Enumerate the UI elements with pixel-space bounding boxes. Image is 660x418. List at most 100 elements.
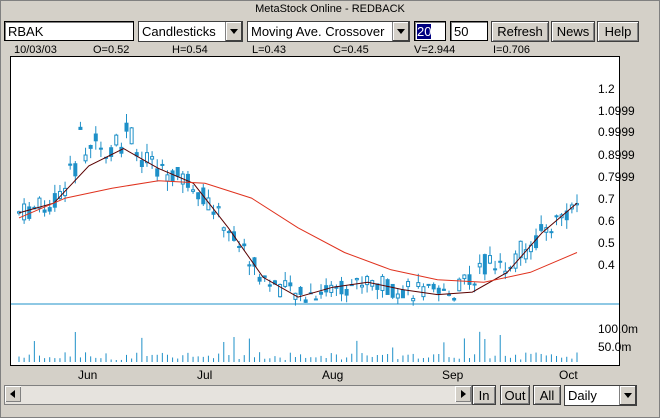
candle-body: [354, 277, 359, 281]
candle-body: [344, 288, 349, 296]
candle-body: [237, 245, 242, 248]
param2-input[interactable]: 50: [450, 21, 488, 41]
candle-body: [447, 293, 452, 296]
candle-body: [68, 163, 73, 166]
candle-body: [216, 206, 221, 209]
candle-body: [411, 297, 416, 302]
scroll-right-button[interactable]: [455, 386, 471, 402]
y-tick: 1.2: [598, 82, 615, 96]
candle-body: [431, 283, 436, 290]
news-button[interactable]: News: [551, 21, 595, 42]
chart-type-select[interactable]: Candlesticks: [138, 21, 243, 42]
candle-body: [539, 224, 544, 231]
refresh-button[interactable]: Refresh: [491, 21, 549, 42]
scroll-left-button[interactable]: [5, 386, 21, 402]
candle-body: [319, 291, 324, 295]
period-select[interactable]: Daily: [564, 385, 637, 406]
candle-body: [298, 286, 303, 295]
chart-canvas: [11, 114, 619, 362]
candle-body: [472, 283, 477, 286]
candle-body: [124, 122, 129, 132]
chart-type-value: Candlesticks: [142, 24, 216, 39]
candle-body: [416, 282, 421, 287]
param1-value: 20: [417, 24, 432, 39]
candle-body: [390, 283, 395, 298]
candle-body: [42, 209, 47, 213]
candle-body: [339, 280, 344, 295]
candle-body: [329, 284, 334, 293]
chevron-down-icon[interactable]: [392, 22, 409, 41]
ma-short-line: [18, 148, 578, 298]
candle-body: [247, 264, 252, 267]
arrow-left-icon: [10, 390, 15, 398]
chevron-down-icon[interactable]: [225, 22, 242, 41]
y-tick: 0.6: [598, 214, 615, 228]
quote-date: 10/03/03: [14, 44, 57, 56]
candle-body: [114, 134, 119, 146]
candle-body: [441, 288, 446, 291]
candle-body: [160, 163, 165, 166]
period-value: Daily: [568, 388, 597, 403]
zoom-out-button[interactable]: Out: [500, 385, 530, 405]
candle-body: [267, 284, 272, 287]
x-tick: Jun: [78, 368, 98, 382]
candle-body: [288, 282, 293, 287]
candle-body: [170, 170, 175, 182]
quote-volume: V=2.944: [414, 44, 456, 56]
chevron-down-icon[interactable]: [619, 386, 636, 405]
candle-body: [73, 163, 78, 177]
candle-body: [421, 286, 426, 298]
y-tick: 0.9999: [598, 125, 635, 139]
quote-high: H=0.54: [172, 44, 208, 56]
y-tick: 0.5: [598, 236, 615, 250]
candle-body: [549, 231, 554, 234]
x-tick: Oct: [559, 368, 578, 382]
candle-body: [47, 207, 52, 212]
y-tick: 0.8999: [598, 148, 635, 162]
candle-body: [211, 211, 216, 215]
indicator-select[interactable]: Moving Ave. Crossover: [247, 21, 410, 42]
x-tick: Sep: [442, 368, 464, 382]
candles: [17, 114, 579, 306]
help-button[interactable]: Help: [597, 21, 639, 42]
candle-body: [395, 293, 400, 299]
y-tick: 0.4: [598, 258, 615, 272]
candle-body: [365, 276, 370, 286]
candle-body: [303, 299, 308, 303]
candle-body: [467, 274, 472, 285]
candle-body: [283, 280, 288, 287]
candle-body: [534, 235, 539, 249]
candle-body: [257, 276, 262, 282]
candle-body: [78, 126, 83, 130]
candle-body: [406, 281, 411, 288]
candle-body: [88, 144, 93, 149]
price-chart[interactable]: [10, 56, 620, 366]
indicator-value: Moving Ave. Crossover: [251, 24, 385, 39]
candle-body: [452, 297, 457, 301]
horizontal-scrollbar[interactable]: [4, 385, 472, 405]
y-tick: 1.0999: [598, 104, 635, 118]
candle-body: [165, 174, 170, 182]
candle-body: [175, 166, 180, 177]
x-tick: Jul: [197, 368, 213, 382]
candle-body: [482, 254, 487, 275]
candle-body: [426, 283, 431, 286]
zoom-all-button[interactable]: All: [533, 385, 561, 405]
candle-body: [477, 262, 482, 268]
candle-body: [129, 127, 134, 145]
symbol-input[interactable]: RBAK: [4, 21, 134, 41]
quote-open: O=0.52: [93, 44, 130, 56]
candle-body: [554, 215, 559, 218]
x-tick: Aug: [322, 368, 344, 382]
candle-body: [436, 287, 441, 294]
candle-body: [150, 156, 155, 160]
zoom-in-button[interactable]: In: [472, 385, 496, 405]
candle-body: [191, 189, 196, 192]
quote-interest: I=0.706: [493, 44, 531, 56]
volume-bars: [18, 331, 578, 362]
param1-input[interactable]: 20: [414, 21, 446, 41]
candle-body: [462, 274, 467, 280]
candle-body: [487, 255, 492, 264]
arrow-right-icon: [461, 390, 466, 398]
volume-tick: 50.0m: [598, 340, 632, 354]
